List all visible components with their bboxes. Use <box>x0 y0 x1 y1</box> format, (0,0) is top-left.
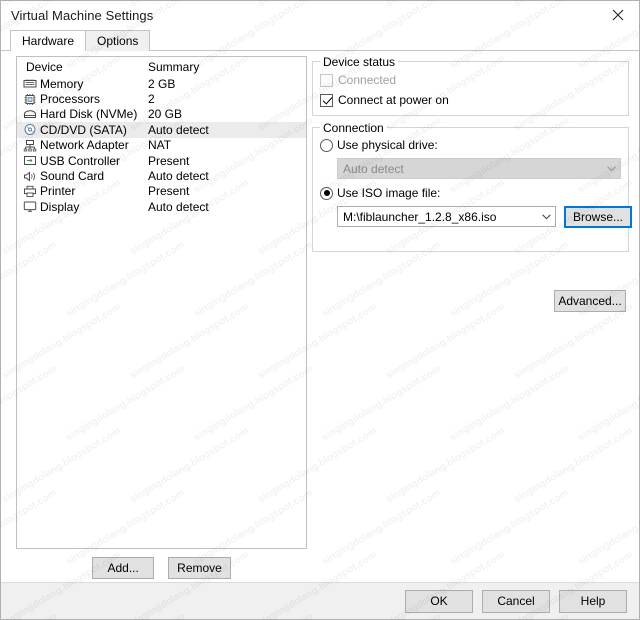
device-list[interactable]: Device Summary Memory 2 GB Processors 2 … <box>16 56 307 549</box>
table-row[interactable]: Processors 2 <box>17 91 306 106</box>
device-label: Sound Card <box>40 169 105 184</box>
display-icon <box>23 200 37 213</box>
device-status-title: Device status <box>320 55 399 69</box>
connected-checkbox[interactable]: Connected <box>320 73 396 87</box>
printer-icon <box>23 185 37 198</box>
title-bar: Virtual Machine Settings <box>1 1 639 29</box>
close-icon[interactable] <box>597 1 639 28</box>
tab-hardware[interactable]: Hardware <box>10 30 87 51</box>
dialog-body: Device Summary Memory 2 GB Processors 2 … <box>1 50 639 582</box>
physical-drive-value: Auto detect <box>343 161 404 176</box>
sound-card-icon <box>23 170 37 183</box>
window-title: Virtual Machine Settings <box>11 7 154 23</box>
summary-cell: 2 <box>148 92 155 107</box>
connection-group: Connection Use physical drive: Auto dete… <box>312 121 632 252</box>
device-cell: Hard Disk (NVMe) <box>17 107 145 121</box>
checkbox-box <box>320 93 333 107</box>
connection-title: Connection <box>320 121 387 135</box>
use-physical-drive-radio[interactable]: Use physical drive: <box>320 138 438 152</box>
device-label: Display <box>40 199 80 214</box>
column-header-summary: Summary <box>148 59 200 74</box>
summary-cell: NAT <box>148 138 172 153</box>
connect-at-power-on-label: Connect at power on <box>338 93 449 107</box>
device-label: Memory <box>40 76 84 91</box>
tab-hardware-label: Hardware <box>22 34 75 48</box>
tab-strip: Hardware Options <box>1 29 639 51</box>
virtual-machine-settings-dialog: Virtual Machine Settings Hardware Option… <box>0 0 640 620</box>
network-adapter-icon <box>23 139 37 152</box>
device-list-header: Device Summary <box>17 57 306 76</box>
table-row[interactable]: Display Auto detect <box>17 199 306 214</box>
table-row[interactable]: Network Adapter NAT <box>17 138 306 153</box>
device-list-actions: Add... Remove <box>16 557 307 579</box>
table-row[interactable]: CD/DVD (SATA) Auto detect <box>17 122 306 138</box>
use-iso-image-radio[interactable]: Use ISO image file: <box>320 186 440 200</box>
radio-circle <box>320 186 333 200</box>
device-label: Printer <box>40 184 76 199</box>
chevron-down-icon[interactable] <box>538 213 555 220</box>
device-label: Processors <box>40 92 101 107</box>
column-header-device: Device <box>26 59 63 74</box>
device-label: Network Adapter <box>40 138 129 153</box>
iso-path-value: M:\fiblauncher_1.2.8_x86.iso <box>343 209 497 224</box>
table-row[interactable]: Printer Present <box>17 184 306 199</box>
usb-controller-icon <box>23 154 37 167</box>
cd-dvd-icon <box>23 123 37 136</box>
ok-button[interactable]: OK <box>405 589 473 613</box>
device-cell: Network Adapter <box>17 138 145 152</box>
summary-cell: Present <box>148 153 190 168</box>
chevron-down-icon <box>603 165 620 172</box>
iso-path-input[interactable]: M:\fiblauncher_1.2.8_x86.iso <box>337 206 556 227</box>
device-cell: Sound Card <box>17 169 145 183</box>
summary-cell: Auto detect <box>148 122 209 137</box>
dialog-footer: OK Cancel Help <box>1 582 639 619</box>
radio-circle <box>320 138 333 152</box>
processor-icon <box>23 93 37 106</box>
device-cell: CD/DVD (SATA) <box>17 123 145 137</box>
device-cell: USB Controller <box>17 154 145 168</box>
cancel-button[interactable]: Cancel <box>482 589 550 613</box>
table-row[interactable]: Hard Disk (NVMe) 20 GB <box>17 107 306 122</box>
physical-drive-select: Auto detect <box>337 158 621 179</box>
device-status-group: Device status Connected Connect at power… <box>312 55 629 116</box>
summary-cell: 2 GB <box>148 76 176 91</box>
connected-label: Connected <box>338 73 397 87</box>
connect-at-power-on-checkbox[interactable]: Connect at power on <box>320 93 449 107</box>
device-cell: Processors <box>17 92 145 106</box>
use-iso-image-label: Use ISO image file: <box>337 186 441 200</box>
device-label: CD/DVD (SATA) <box>40 122 127 137</box>
summary-cell: 20 GB <box>148 107 183 122</box>
memory-icon <box>23 77 37 90</box>
device-cell: Printer <box>17 184 145 198</box>
device-cell: Display <box>17 200 145 214</box>
use-physical-drive-label: Use physical drive: <box>337 138 438 152</box>
summary-cell: Present <box>148 184 190 199</box>
table-row[interactable]: USB Controller Present <box>17 153 306 168</box>
help-button[interactable]: Help <box>559 589 627 613</box>
tab-options[interactable]: Options <box>85 30 151 51</box>
advanced-button[interactable]: Advanced... <box>554 290 626 312</box>
table-row[interactable]: Memory 2 GB <box>17 76 306 91</box>
add-button[interactable]: Add... <box>92 557 155 579</box>
browse-button[interactable]: Browse... <box>564 206 632 228</box>
table-row[interactable]: Sound Card Auto detect <box>17 168 306 183</box>
remove-button[interactable]: Remove <box>168 557 231 579</box>
tab-options-label: Options <box>97 34 139 48</box>
device-label: Hard Disk (NVMe) <box>40 107 138 122</box>
hard-disk-icon <box>23 108 37 121</box>
device-cell: Memory <box>17 77 145 91</box>
summary-cell: Auto detect <box>148 199 209 214</box>
summary-cell: Auto detect <box>148 169 209 184</box>
checkbox-box <box>320 73 333 87</box>
device-label: USB Controller <box>40 153 121 168</box>
